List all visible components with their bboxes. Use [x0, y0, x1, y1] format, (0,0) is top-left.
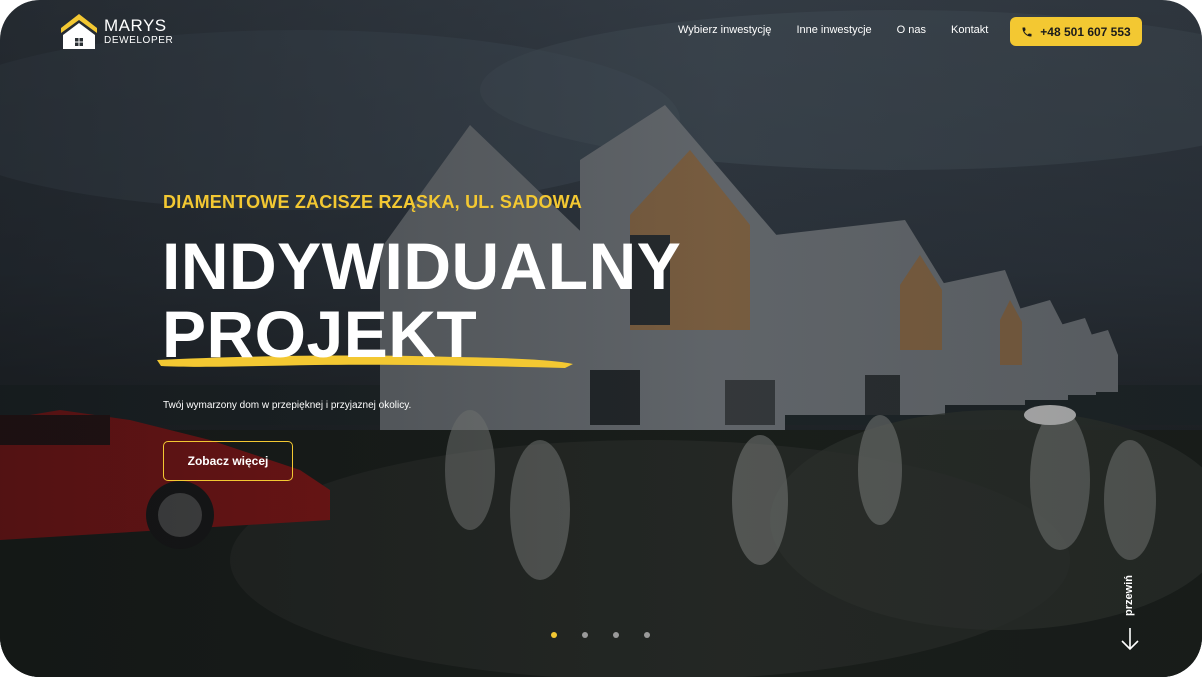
nav-item-o-nas[interactable]: O nas [897, 24, 926, 36]
slider-dot[interactable] [644, 632, 650, 638]
slider-dot[interactable] [582, 632, 588, 638]
hero-subtitle: Twój wymarzony dom w przepięknej i przyj… [163, 400, 412, 411]
slider-dot[interactable] [551, 632, 557, 638]
house-logo-icon [61, 14, 97, 49]
hero-eyebrow: DIAMENTOWE ZACISZE RZĄSKA, UL. SADOWA [163, 192, 583, 212]
phone-icon [1022, 27, 1032, 36]
nav-item-inne-inwestycje[interactable]: Inne inwestycje [796, 24, 871, 36]
slider-pagination [551, 632, 675, 638]
nav-item-wybierz-inwestycje[interactable]: Wybierz inwestycję [678, 24, 771, 36]
logo[interactable]: MARYS DEWELOPER [60, 12, 173, 50]
logo-subtitle: DEWELOPER [104, 34, 174, 46]
headline-line-1: INDYWIDUALNY [162, 229, 682, 303]
phone-number: +48 501 607 553 [1040, 24, 1131, 39]
arrow-down-icon[interactable] [1120, 626, 1140, 652]
see-more-button[interactable]: Zobacz więcej [163, 441, 293, 481]
main-nav: Wybierz inwestycję Inne inwestycje O nas… [678, 24, 1013, 36]
hero-section: MARYS DEWELOPER Wybierz inwestycję Inne … [0, 0, 1202, 677]
scroll-hint-label[interactable]: przewiń [1123, 575, 1135, 616]
headline-line-2: PROJEKT [162, 297, 478, 371]
hero-headline: INDYWIDUALNY PROJEKT [162, 232, 681, 368]
nav-item-kontakt[interactable]: Kontakt [951, 24, 988, 36]
phone-button[interactable]: +48 501 607 553 [1010, 17, 1142, 46]
logo-name: MARYS [104, 15, 167, 35]
slider-dot[interactable] [613, 632, 619, 638]
